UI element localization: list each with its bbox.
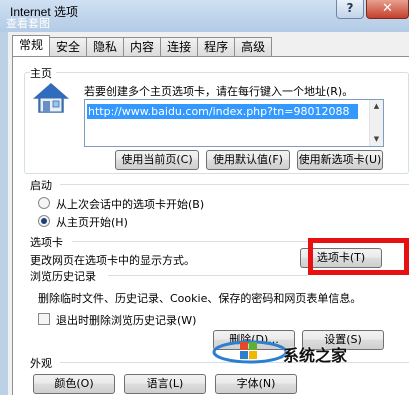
tab-programs[interactable]: 程序 — [198, 37, 236, 56]
close-button[interactable]: ✕ — [366, 0, 409, 19]
tab-advanced[interactable]: 高级 — [235, 37, 273, 56]
delete-on-exit-label[interactable]: 退出时删除浏览历史记录(W) — [56, 312, 196, 328]
delete-on-exit-checkbox[interactable] — [38, 313, 50, 325]
tab-content[interactable]: 内容 — [124, 37, 162, 56]
radio-last-session-label[interactable]: 从上次会话中的选项卡开始(B) — [56, 196, 204, 212]
history-settings-button[interactable]: 设置(S) — [302, 330, 384, 350]
use-default-button[interactable]: 使用默认值(F) — [206, 150, 290, 170]
scroll-up-icon[interactable]: ▲ — [370, 100, 383, 113]
fonts-button[interactable]: 字体(N) — [215, 374, 297, 394]
use-current-button[interactable]: 使用当前页(C) — [115, 150, 199, 170]
delete-history-button[interactable]: 删除(D)... — [213, 330, 295, 350]
tab-privacy[interactable]: 隐私 — [87, 37, 125, 56]
appearance-divider — [60, 362, 409, 363]
tabs-description: 更改网页在选项卡中的显示方式。 — [30, 254, 195, 267]
tab-general[interactable]: 常规 — [12, 35, 51, 56]
history-description: 删除临时文件、历史记录、Cookie、保存的密码和网页表单信息。 — [38, 292, 362, 305]
home-group-label: 主页 — [30, 65, 56, 81]
tab-connections[interactable]: 连接 — [161, 37, 199, 56]
colors-button[interactable]: 颜色(O) — [33, 374, 115, 394]
tab-security[interactable]: 安全 — [50, 37, 88, 56]
window-subtitle: 查看套图 — [6, 17, 50, 30]
help-button[interactable]: ? — [336, 0, 364, 19]
home-url-text: http://www.baidu.com/index.php?tn=980120… — [87, 104, 358, 119]
appearance-group-label: 外观 — [30, 355, 56, 371]
scroll-down-icon[interactable]: ▼ — [370, 133, 383, 146]
radio-home-page-label[interactable]: 从主页开始(H) — [56, 214, 128, 230]
home-url-textarea[interactable]: http://www.baidu.com/index.php?tn=980120… — [84, 99, 384, 147]
url-scrollbar[interactable]: ▲ ▼ — [369, 100, 383, 146]
radio-last-session[interactable] — [38, 197, 50, 209]
title-bar: Internet 选项 查看套图 ? ✕ — [0, 0, 409, 32]
history-group-label: 浏览历史记录 — [30, 268, 100, 284]
languages-button[interactable]: 语言(L) — [124, 374, 206, 394]
tabs-group-label: 选项卡 — [30, 234, 67, 250]
radio-home-page[interactable] — [38, 215, 50, 227]
home-icon — [33, 83, 69, 113]
home-instruction: 若要创建多个主页选项卡，请在每行键入一个地址(R)。 — [84, 85, 354, 98]
tab-strip: 常规 安全 隐私 内容 连接 程序 高级 — [12, 35, 273, 56]
use-new-tab-button[interactable]: 使用新选项卡(U) — [297, 150, 383, 170]
highlight-annotation — [308, 238, 409, 275]
startup-group-label: 启动 — [30, 177, 56, 193]
history-divider — [108, 275, 308, 276]
startup-divider — [60, 184, 409, 185]
